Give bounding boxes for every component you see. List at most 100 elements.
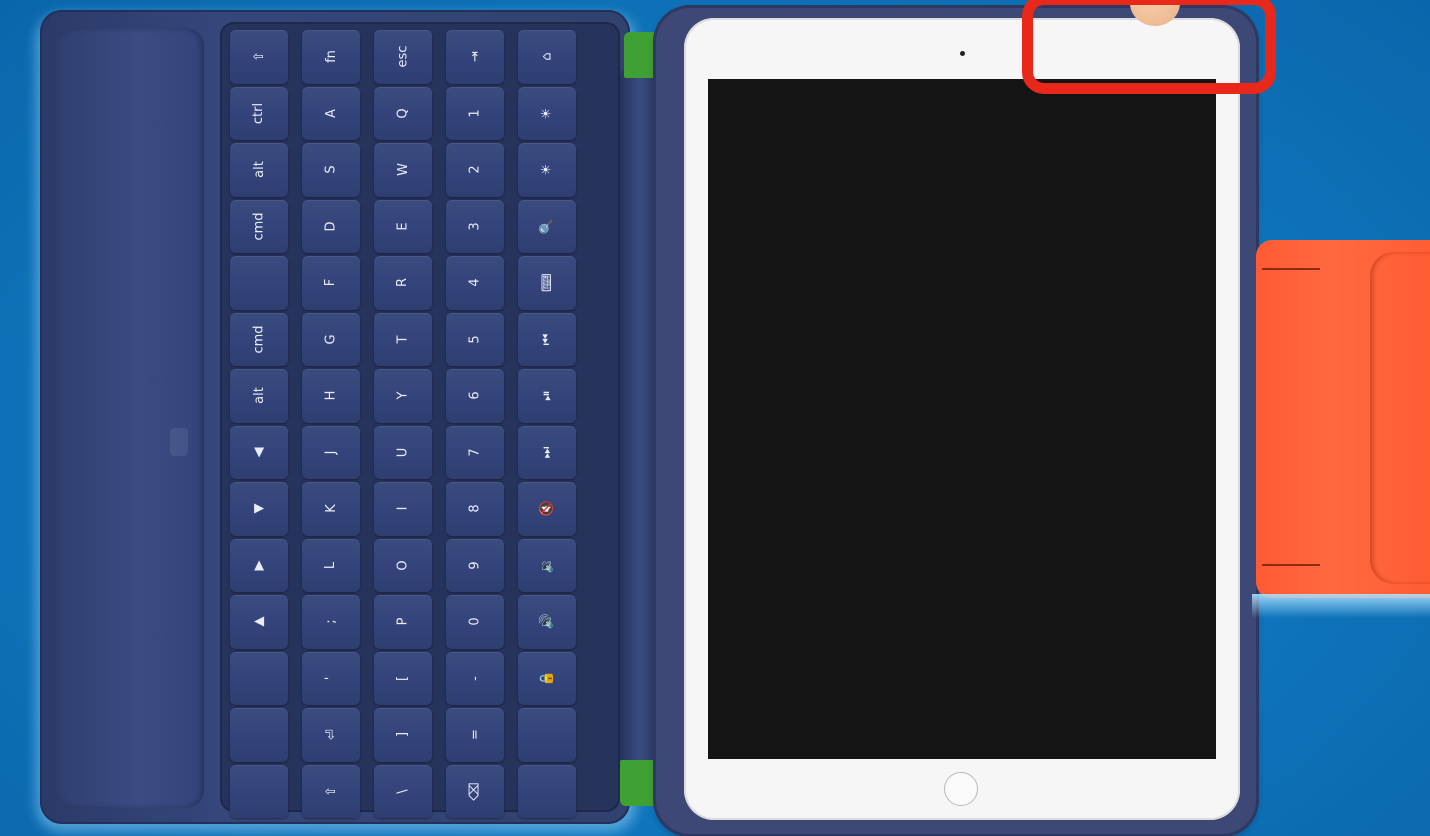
front-camera [960,51,965,56]
keyboard-key[interactable]: ] [374,708,432,762]
keyboard-key[interactable]: \ [374,764,432,818]
keyboard-key[interactable] [230,708,288,762]
keyboard-key[interactable]: Y [374,369,432,423]
keyboard-key[interactable]: ⇧ [230,30,288,84]
keyboard-key[interactable] [518,708,576,762]
keyboard-key[interactable]: ⌨ [518,256,576,310]
keyboard-key[interactable]: T [374,312,432,366]
key-label: 9 [467,561,483,570]
keyboard-key[interactable]: 🔊 [518,595,576,649]
key-label: ☀ [539,163,555,176]
keyboard-key[interactable]: ctrl [230,86,288,140]
keyboard-key[interactable]: 1 [446,86,504,140]
key-label: ctrl [251,102,267,124]
keyboard-key[interactable]: 5 [446,312,504,366]
keyboard-key[interactable]: ⇥ [446,30,504,84]
keyboard-key[interactable]: A [302,86,360,140]
keyboard-key[interactable]: G [302,312,360,366]
keyboard-key[interactable]: 2 [446,143,504,197]
key-label: O [395,560,411,571]
keyboard-key[interactable]: ◀ [230,425,288,479]
key-label: R [395,278,411,288]
keyboard-key[interactable]: R [374,256,432,310]
keyboard-key[interactable]: H [302,369,360,423]
keyboard-key[interactable] [230,256,288,310]
keyboard-key[interactable]: ⏯ [518,369,576,423]
key-label: 8 [467,504,483,513]
keyboard-key[interactable]: ⌂ [518,30,576,84]
keyboard-key[interactable]: 🔇 [518,482,576,536]
key-label: ◀ [251,447,267,458]
key-label: ⇧ [251,51,267,63]
keyboard-key[interactable]: I [374,482,432,536]
key-label: ⏭ [539,446,555,459]
key-label: ⌨ [539,273,555,293]
key-label: J [323,450,339,455]
keyboard-key[interactable]: [ [374,651,432,705]
keyboard-key[interactable]: P [374,595,432,649]
home-button[interactable] [944,772,978,806]
keyboard-key[interactable]: E [374,199,432,253]
key-label: ⌂ [539,52,555,61]
handle-seam-top [1262,268,1320,270]
keyboard-key[interactable]: 8 [446,482,504,536]
keyboard-key[interactable]: fn [302,30,360,84]
keyboard-key[interactable]: ; [302,595,360,649]
keyboard-key[interactable]: W [374,143,432,197]
keyboard-key[interactable]: 7 [446,425,504,479]
keyboard-key[interactable]: ▲ [230,595,288,649]
keyboard-key[interactable]: - [446,651,504,705]
key-label: 6 [467,391,483,400]
handle-glow [1252,594,1430,618]
keyboard-key[interactable]: D [302,199,360,253]
keyboard-key[interactable]: ⇧ [302,764,360,818]
keyboard-key[interactable]: alt [230,369,288,423]
keyboard-key[interactable]: S [302,143,360,197]
keyboard-key[interactable]: ▶ [230,538,288,592]
keyboard-key[interactable] [518,764,576,818]
keyboard-key[interactable]: ☀ [518,86,576,140]
keyboard-key[interactable]: ⏎ [302,708,360,762]
keyboard-key[interactable]: L [302,538,360,592]
keyboard-key[interactable]: cmd [230,199,288,253]
key-label: 4 [467,278,483,287]
keyboard-key[interactable]: = [446,708,504,762]
keyboard-key[interactable]: alt [230,143,288,197]
keyboard-key[interactable]: J [302,425,360,479]
key-label: K [323,504,339,514]
keyboard-key[interactable]: ⏭ [518,425,576,479]
keyboard-key[interactable]: 3 [446,199,504,253]
keyboard-key[interactable]: 9 [446,538,504,592]
keyboard-key[interactable]: 🔒 [518,651,576,705]
keyboard-key[interactable]: Q [374,86,432,140]
keyboard-key[interactable]: ' [302,651,360,705]
keyboard-key[interactable]: O [374,538,432,592]
keyboard-key[interactable]: cmd [230,312,288,366]
key-label: ▼ [251,503,267,514]
keyboard-key[interactable]: 4 [446,256,504,310]
keyboard-key[interactable]: ⏮ [518,312,576,366]
keyboard-key[interactable]: 0 [446,595,504,649]
keyboard-key[interactable]: U [374,425,432,479]
key-label: ; [323,619,339,624]
keyboard-key[interactable]: 6 [446,369,504,423]
handle-grip [1370,252,1430,584]
key-label: Y [395,391,411,400]
keyboard-key[interactable]: K [302,482,360,536]
keyboard-key[interactable]: ☀ [518,143,576,197]
keyboard-key[interactable]: 🔍 [518,199,576,253]
keyboard-key[interactable]: esc [374,30,432,84]
photo-scene: ⇧ fn esc ⇥ ⌂ ctrl A Q 1 ☀ alt S W 2 ☀ cmd D E 3 🔍 F R 4 ⌨ cmd G T 5… [0,0,1430,836]
keyboard-key[interactable] [230,651,288,705]
keyboard-key[interactable] [230,764,288,818]
handle-seam-bottom [1262,564,1320,566]
key-label: alt [251,387,267,405]
brand-logo [170,428,188,456]
keyboard-key[interactable]: 🔉 [518,538,576,592]
key-label: 7 [467,448,483,457]
key-label: 0 [467,617,483,626]
keyboard-key[interactable]: ⌫ [446,764,504,818]
keyboard-key[interactable]: F [302,256,360,310]
keyboard-key[interactable]: ▼ [230,482,288,536]
key-label: G [323,334,339,345]
